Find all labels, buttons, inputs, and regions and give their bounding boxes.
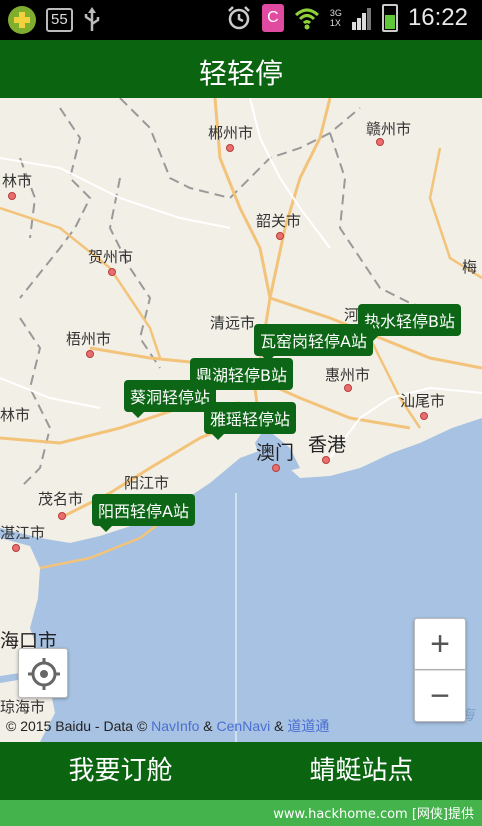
city-dot	[276, 232, 284, 240]
city-dot	[12, 544, 20, 552]
city-label: 阳江市	[124, 474, 170, 492]
city-label: 梧州市	[66, 330, 112, 348]
city-label: 茂名市	[38, 490, 84, 508]
city-label: 贺州市	[88, 248, 134, 266]
title-bar: 轻轻停	[0, 40, 482, 98]
navinfo-link[interactable]: NavInfo	[151, 718, 199, 734]
bottom-nav: 我要订舱 蜻蜓站点	[0, 742, 482, 800]
copyright-separator: &	[274, 718, 284, 734]
city-dot	[226, 144, 234, 152]
city-label: 湛江市	[0, 524, 46, 542]
city-label: 林市	[2, 172, 33, 190]
city-label: 赣州市	[366, 120, 412, 138]
stations-button[interactable]: 蜻蜓站点	[241, 742, 482, 800]
cennavi-link[interactable]: CenNavi	[217, 718, 271, 734]
app-c-icon: C	[261, 4, 284, 32]
copyright-text: © 2015 Baidu - Data ©	[6, 718, 148, 734]
city-dot	[322, 456, 330, 464]
notification-badge: 55	[46, 8, 73, 32]
app-notification-icon	[8, 6, 36, 34]
city-label: 琼海市	[0, 698, 46, 716]
usb-icon	[84, 7, 99, 31]
map-copyright: © 2015 Baidu - Data © NavInfo & CenNavi …	[6, 716, 329, 736]
city-label: 梅	[462, 258, 478, 276]
copyright-separator: &	[203, 718, 213, 734]
city-dot	[272, 464, 280, 472]
station-marker-reshui[interactable]: 热水轻停B站	[358, 304, 461, 342]
zoom-in-button[interactable]: +	[414, 618, 466, 670]
watermark-bar: www.hackhome.com [网侠]提供	[0, 800, 482, 826]
city-dot	[86, 350, 94, 358]
minus-icon: −	[430, 677, 450, 715]
alarm-icon	[228, 6, 250, 30]
city-dot	[344, 384, 352, 392]
city-label: 惠州市	[325, 366, 371, 384]
status-bar: 55 C 3G 1X 16:22	[0, 0, 482, 40]
city-label: 河	[344, 306, 360, 324]
locate-button[interactable]	[18, 648, 68, 698]
station-marker-yangxi[interactable]: 阳西轻停A站	[92, 494, 195, 532]
city-label: 韶关市	[256, 212, 302, 230]
station-marker-yayao[interactable]: 雅瑶轻停站	[204, 402, 297, 440]
city-label: 清远市	[210, 314, 256, 332]
battery-icon	[381, 4, 398, 32]
crosshair-icon	[28, 658, 60, 690]
city-dot	[420, 412, 428, 420]
station-marker-kuidong[interactable]: 葵洞轻停站	[124, 380, 217, 418]
plus-icon: +	[430, 625, 450, 663]
map-view[interactable]: 郴州市 赣州市 林市 韶关市 贺州市 梅 梧州市 清远市 河 惠州市 汕尾市 林…	[0, 98, 482, 742]
city-label: 汕尾市	[400, 392, 446, 410]
city-dot	[8, 192, 16, 200]
network-type: 3G 1X	[329, 8, 342, 28]
city-dot	[376, 138, 384, 146]
book-button[interactable]: 我要订舱	[0, 742, 241, 800]
city-label: 林市	[0, 406, 31, 424]
station-marker-wayaogang[interactable]: 瓦窑岗轻停A站	[254, 324, 373, 362]
city-dot	[58, 512, 66, 520]
city-label: 香港	[308, 434, 347, 456]
city-dot	[108, 268, 116, 276]
clock: 16:22	[407, 4, 468, 31]
wifi-icon	[294, 8, 319, 30]
city-label: 澳门	[256, 442, 295, 464]
signal-icon	[351, 8, 371, 30]
daodaotong-link[interactable]: 道道通	[287, 718, 329, 734]
watermark-text: www.hackhome.com [网侠]提供	[273, 807, 474, 822]
page-title: 轻轻停	[198, 57, 283, 90]
city-label: 郴州市	[208, 124, 254, 142]
zoom-out-button[interactable]: −	[414, 670, 466, 722]
